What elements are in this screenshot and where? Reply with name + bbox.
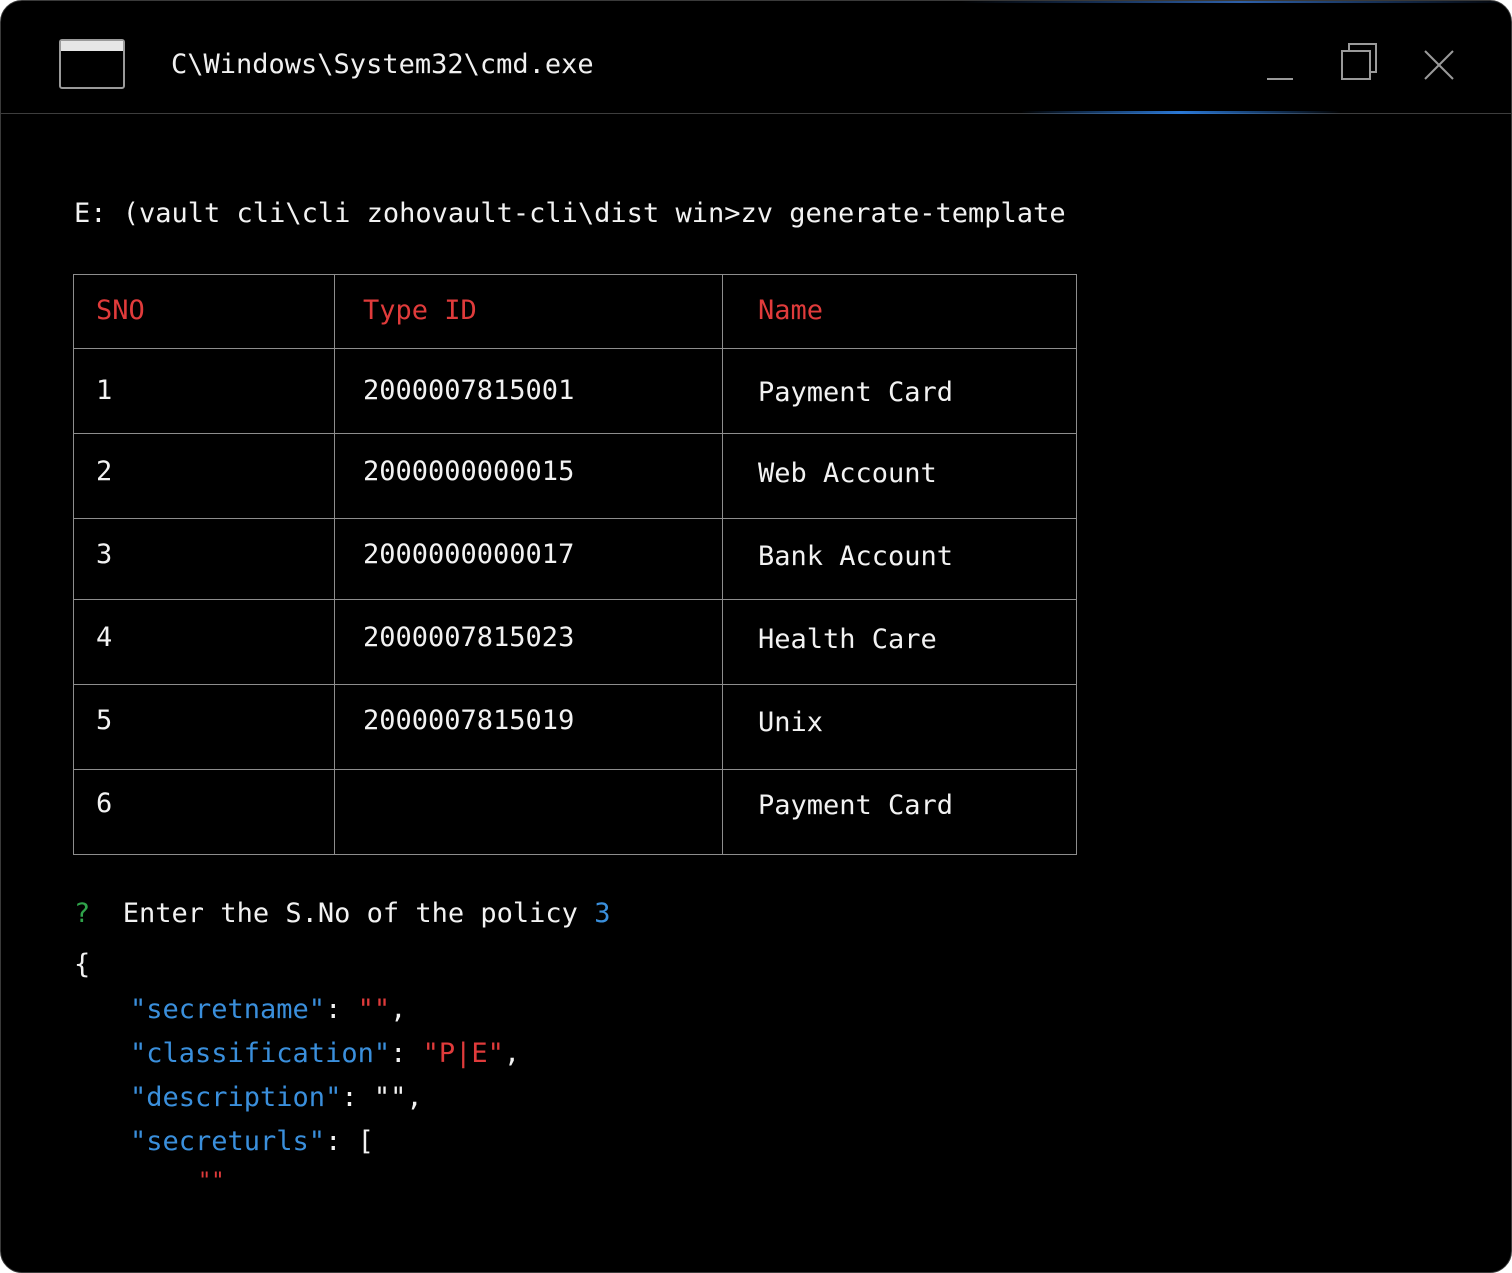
header-sno: SNO xyxy=(96,295,145,326)
minimize-button[interactable] xyxy=(1263,57,1295,87)
row-divider xyxy=(74,684,1076,685)
row-3-sno: 3 xyxy=(96,539,113,570)
row-divider xyxy=(74,599,1076,600)
json-line-secretname: "secretname": "", xyxy=(130,992,406,1028)
json-key-classification: "classification" xyxy=(130,1038,391,1069)
console-window-icon xyxy=(59,39,125,89)
json-colon: : xyxy=(325,1126,358,1157)
row-divider xyxy=(74,348,1076,349)
json-colon: : xyxy=(341,1082,374,1113)
row-1-type-id: 2000007815001 xyxy=(363,375,575,406)
json-key-secretname: "secretname" xyxy=(130,994,326,1025)
console-output[interactable]: E: (vault cli\cli zohovault-cli\dist win… xyxy=(1,114,1511,1272)
command-line: E: (vault cli\cli zohovault-cli\dist win… xyxy=(74,198,1066,229)
json-comma: , xyxy=(406,1082,423,1113)
row-1-sno: 1 xyxy=(96,375,113,406)
row-4-name: Health Care xyxy=(758,624,937,655)
json-comma: , xyxy=(503,1038,521,1069)
column-divider xyxy=(334,275,335,854)
json-secreturls-item: "" xyxy=(198,1169,225,1194)
row-divider xyxy=(74,769,1076,770)
title-bar-glow-top xyxy=(961,1,1511,3)
json-key-description: "description" xyxy=(130,1082,342,1113)
prompt-marker: ? xyxy=(74,898,91,929)
title-bar[interactable]: C\Windows\System32\cmd.exe xyxy=(1,1,1511,114)
json-line-description: "description": "", xyxy=(130,1080,423,1116)
row-1-name: Payment Card xyxy=(758,377,954,408)
json-colon: : xyxy=(325,994,358,1025)
json-value-secretname: "" xyxy=(357,994,391,1025)
json-value-description: "" xyxy=(373,1082,407,1113)
json-key-secreturls: "secreturls" xyxy=(130,1126,326,1157)
window-title: C\Windows\System32\cmd.exe xyxy=(171,49,594,80)
close-icon xyxy=(1424,50,1454,80)
json-line-classification: "classification": "P|E", xyxy=(130,1036,520,1072)
row-5-name: Unix xyxy=(758,707,824,738)
row-3-type-id: 2000000000017 xyxy=(363,539,575,570)
row-divider xyxy=(74,433,1076,434)
header-name: Name xyxy=(758,295,824,326)
policy-prompt-line: ? Enter the S.No of the policy 3 xyxy=(74,896,610,932)
row-6-name: Payment Card xyxy=(758,790,954,821)
close-button[interactable] xyxy=(1421,47,1457,83)
json-value-classification: "P|E" xyxy=(422,1038,504,1069)
prompt-answer: 3 xyxy=(594,898,611,929)
json-open-bracket: [ xyxy=(357,1126,374,1157)
minimize-icon xyxy=(1267,78,1293,80)
template-table: SNO Type ID Name 1 2000007815001 Payment… xyxy=(73,274,1077,855)
row-divider xyxy=(74,518,1076,519)
column-divider xyxy=(722,275,723,854)
header-type-id: Type ID xyxy=(363,295,477,326)
row-2-type-id: 2000000000015 xyxy=(363,456,575,487)
row-5-type-id: 2000007815019 xyxy=(363,705,575,736)
json-colon: : xyxy=(390,1038,423,1069)
row-2-sno: 2 xyxy=(96,456,113,487)
row-2-name: Web Account xyxy=(758,458,937,489)
row-4-sno: 4 xyxy=(96,622,113,653)
row-4-type-id: 2000007815023 xyxy=(363,622,575,653)
prompt-text: Enter the S.No of the policy xyxy=(122,898,578,929)
row-5-sno: 5 xyxy=(96,705,113,736)
row-6-sno: 6 xyxy=(96,788,113,819)
maximize-button[interactable] xyxy=(1339,41,1379,83)
json-comma: , xyxy=(390,994,407,1025)
json-line-secreturls: "secreturls": [ xyxy=(130,1124,374,1160)
terminal-window: C\Windows\System32\cmd.exe E: (vault cli… xyxy=(0,0,1512,1273)
console-window-icon-bar xyxy=(61,41,123,51)
restore-icon xyxy=(1341,43,1377,80)
row-3-name: Bank Account xyxy=(758,541,954,572)
json-open-brace: { xyxy=(74,949,91,980)
